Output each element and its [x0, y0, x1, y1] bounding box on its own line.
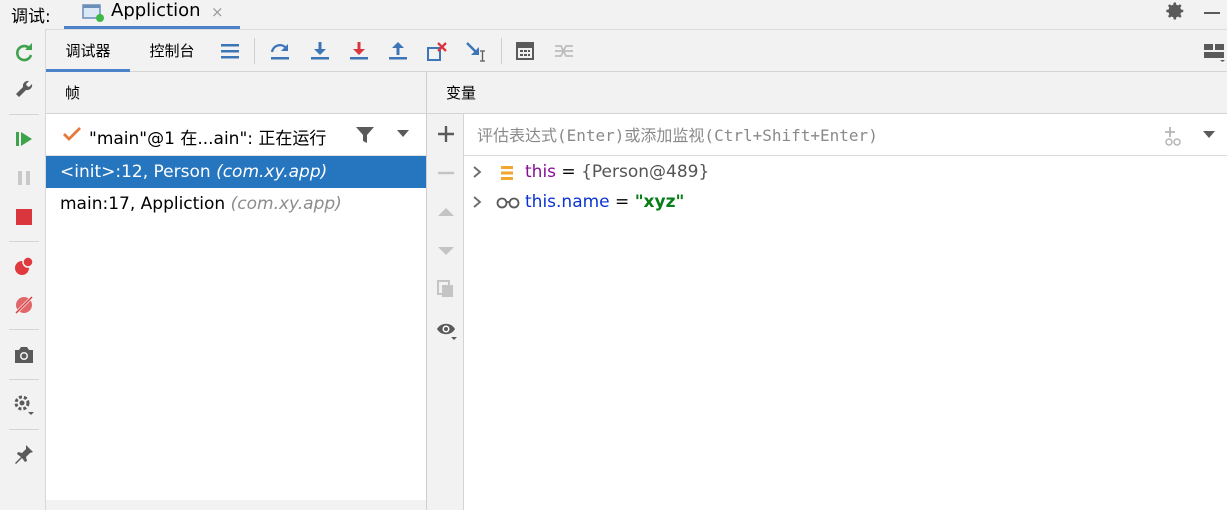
wrench-settings-icon[interactable] [12, 78, 36, 102]
force-step-into-icon[interactable] [348, 40, 370, 62]
frames-header: 帧 [46, 72, 426, 114]
add-watch-plus-icon[interactable] [436, 124, 456, 144]
frame-method: <init>:12, Person [60, 162, 211, 182]
step-over-icon[interactable] [269, 40, 291, 62]
frame-method: main:17, Appliction [60, 194, 226, 214]
mute-breakpoints-icon[interactable] [12, 293, 36, 317]
toolbar-divider [9, 329, 39, 330]
check-icon [62, 125, 82, 143]
camera-snapshot-icon[interactable] [12, 343, 36, 367]
settings-gear-dropdown-icon[interactable] [12, 393, 36, 417]
toolbar-divider [9, 114, 39, 115]
toolbar-divider [9, 429, 39, 430]
variables-side-toolbar [427, 114, 464, 510]
resume-program-icon[interactable] [12, 127, 36, 151]
equals-sign: = [556, 162, 582, 182]
run-tab-label: Appliction [111, 0, 201, 21]
evaluate-expression-icon[interactable] [514, 40, 536, 62]
frames-panel: 帧 "main"@1 在...ain": 正在运行 <init>:12, Per… [46, 72, 427, 510]
toolbar-divider [9, 241, 39, 242]
step-into-icon[interactable] [309, 40, 331, 62]
run-to-cursor-icon[interactable] [465, 40, 487, 62]
variable-name: this [525, 162, 557, 182]
thread-selector[interactable]: "main"@1 在...ain": 正在运行 [46, 114, 426, 156]
variables-header: 变量 [427, 72, 1227, 114]
trace-stream-icon[interactable] [553, 40, 575, 62]
chevron-down-icon[interactable] [1202, 129, 1216, 139]
variable-row[interactable]: this = {Person@489} [464, 157, 1227, 187]
step-out-icon[interactable] [387, 40, 409, 62]
filter-icon[interactable] [355, 125, 375, 145]
chevron-right-icon[interactable] [471, 165, 483, 179]
pause-program-icon[interactable] [12, 166, 36, 190]
variable-value: "xyz" [634, 192, 685, 212]
stop-icon[interactable] [12, 205, 36, 229]
view-breakpoints-icon[interactable] [12, 254, 36, 278]
chevron-right-icon[interactable] [471, 195, 483, 209]
object-icon [498, 164, 516, 182]
frames-footer [46, 500, 426, 510]
move-down-icon[interactable] [436, 241, 456, 261]
evaluate-expression-input[interactable] [477, 123, 1157, 147]
duplicate-watch-icon[interactable] [436, 279, 456, 299]
variable-row[interactable]: this.name = "xyz" [464, 187, 1227, 217]
tab-console[interactable]: 控制台 [130, 30, 214, 72]
rerun-icon[interactable] [12, 40, 36, 64]
run-config-tab[interactable]: Appliction × [64, 0, 240, 29]
application-run-icon [82, 3, 104, 23]
add-to-watches-icon[interactable] [1162, 125, 1184, 147]
toolbar-divider [9, 379, 39, 380]
frame-item[interactable]: main:17, Appliction (com.xy.app) [46, 188, 426, 220]
thread-label: "main"@1 在...ain": 正在运行 [89, 129, 327, 149]
toolbar-divider [501, 38, 502, 64]
drop-frame-icon[interactable] [426, 40, 448, 62]
remove-watch-minus-icon[interactable] [436, 163, 456, 183]
debugger-toolbar: 调试器 控制台 [46, 29, 1227, 72]
frame-package: (com.xy.app) [230, 194, 342, 214]
tab-debugger[interactable]: 调试器 [46, 30, 130, 72]
gear-icon[interactable] [1164, 0, 1186, 22]
layout-settings-icon[interactable] [1203, 40, 1225, 62]
debug-title-bar: 调试: Appliction × [0, 0, 1227, 29]
variable-value: {Person@489} [581, 162, 710, 182]
eye-show-icon[interactable] [436, 319, 457, 340]
close-tab-icon[interactable]: × [211, 3, 224, 21]
watch-glasses-icon [496, 194, 520, 210]
pin-tab-icon[interactable] [12, 442, 36, 466]
debug-label: 调试: [11, 7, 51, 27]
move-up-icon[interactable] [436, 202, 456, 222]
frame-package: (com.xy.app) [216, 162, 328, 182]
debug-side-toolbar [0, 29, 46, 510]
watch-expression: this.name [525, 192, 610, 212]
layout-menu-icon[interactable] [219, 40, 241, 62]
equals-sign: = [609, 192, 635, 212]
variables-panel: 变量 评估表达式(Enter)或添加监视(Ctrl+Shift+Enter) t… [427, 72, 1227, 510]
minimize-icon[interactable] [1204, 12, 1220, 14]
frame-item[interactable]: <init>:12, Person (com.xy.app) [46, 156, 426, 188]
chevron-down-icon[interactable] [396, 128, 410, 138]
evaluate-bar [464, 114, 1227, 156]
toolbar-divider [254, 38, 255, 64]
